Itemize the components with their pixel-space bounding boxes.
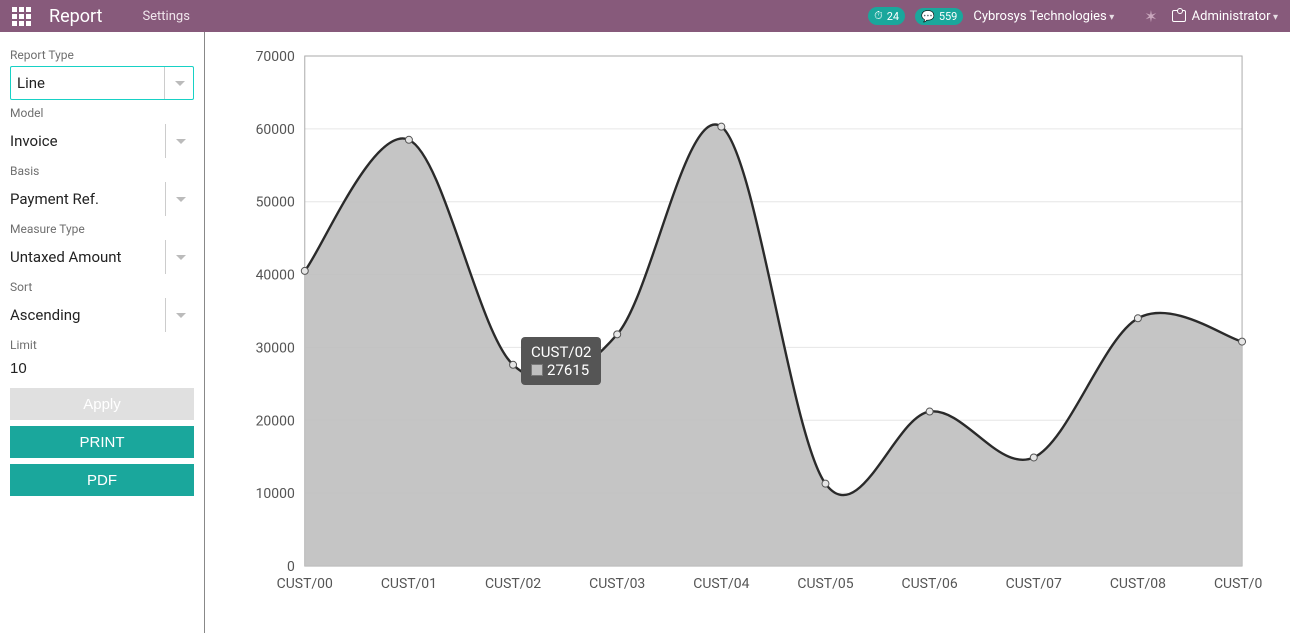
company-switcher[interactable]: Cybrosys Technologies [973, 9, 1114, 24]
chevron-down-icon [175, 81, 185, 86]
chevron-down-icon [176, 139, 186, 144]
measure-type-select[interactable]: Untaxed Amount [10, 240, 194, 274]
user-menu[interactable]: Administrator [1172, 8, 1278, 24]
chevron-down-icon [176, 197, 186, 202]
apply-button[interactable]: Apply [10, 388, 194, 420]
sort-label: Sort [10, 280, 194, 294]
svg-text:CUST/01: CUST/01 [381, 576, 437, 592]
report-chart[interactable]: 0 10000 20000 30000 40000 50000 60000 70000 CUST… [225, 46, 1262, 606]
print-button[interactable]: PRINT [10, 426, 194, 458]
svg-text:CUST/00: CUST/00 [277, 576, 333, 592]
report-type-select[interactable]: Line [10, 66, 194, 100]
svg-text:30000: 30000 [256, 340, 295, 356]
basis-select[interactable]: Payment Ref. [10, 182, 194, 216]
report-type-label: Report Type [10, 48, 194, 62]
apps-icon[interactable] [12, 7, 31, 26]
svg-text:CUST/08: CUST/08 [1110, 576, 1166, 592]
svg-text:CUST/02: CUST/02 [485, 576, 541, 592]
debug-icon[interactable]: ✶ [1144, 7, 1157, 26]
svg-text:40000: 40000 [256, 268, 295, 284]
model-select[interactable]: Invoice [10, 124, 194, 158]
svg-text:CUST/06: CUST/06 [902, 576, 958, 592]
svg-text:50000: 50000 [256, 195, 295, 211]
svg-text:70000: 70000 [256, 49, 295, 65]
svg-text:0: 0 [287, 559, 295, 575]
chevron-down-icon [176, 255, 186, 260]
activity-badge[interactable]: 24 [868, 7, 905, 25]
basis-label: Basis [10, 164, 194, 178]
limit-label: Limit [10, 338, 194, 352]
pdf-button[interactable]: PDF [10, 464, 194, 496]
camera-icon [1172, 10, 1186, 22]
menu-settings[interactable]: Settings [142, 9, 189, 24]
svg-text:60000: 60000 [256, 122, 295, 138]
svg-text:CUST/09: CUST/09 [1214, 576, 1262, 592]
sort-select[interactable]: Ascending [10, 298, 194, 332]
svg-text:10000: 10000 [256, 486, 295, 502]
svg-text:CUST/04: CUST/04 [693, 576, 749, 592]
messages-badge[interactable]: 559 [915, 8, 963, 25]
svg-text:20000: 20000 [256, 413, 295, 429]
chevron-down-icon [176, 313, 186, 318]
measure-type-label: Measure Type [10, 222, 194, 236]
svg-text:CUST/03: CUST/03 [589, 576, 645, 592]
svg-text:CUST/07: CUST/07 [1006, 576, 1062, 592]
page-title: Report [49, 6, 102, 27]
svg-text:CUST/05: CUST/05 [797, 576, 853, 592]
model-label: Model [10, 106, 194, 120]
limit-input[interactable] [10, 356, 194, 382]
